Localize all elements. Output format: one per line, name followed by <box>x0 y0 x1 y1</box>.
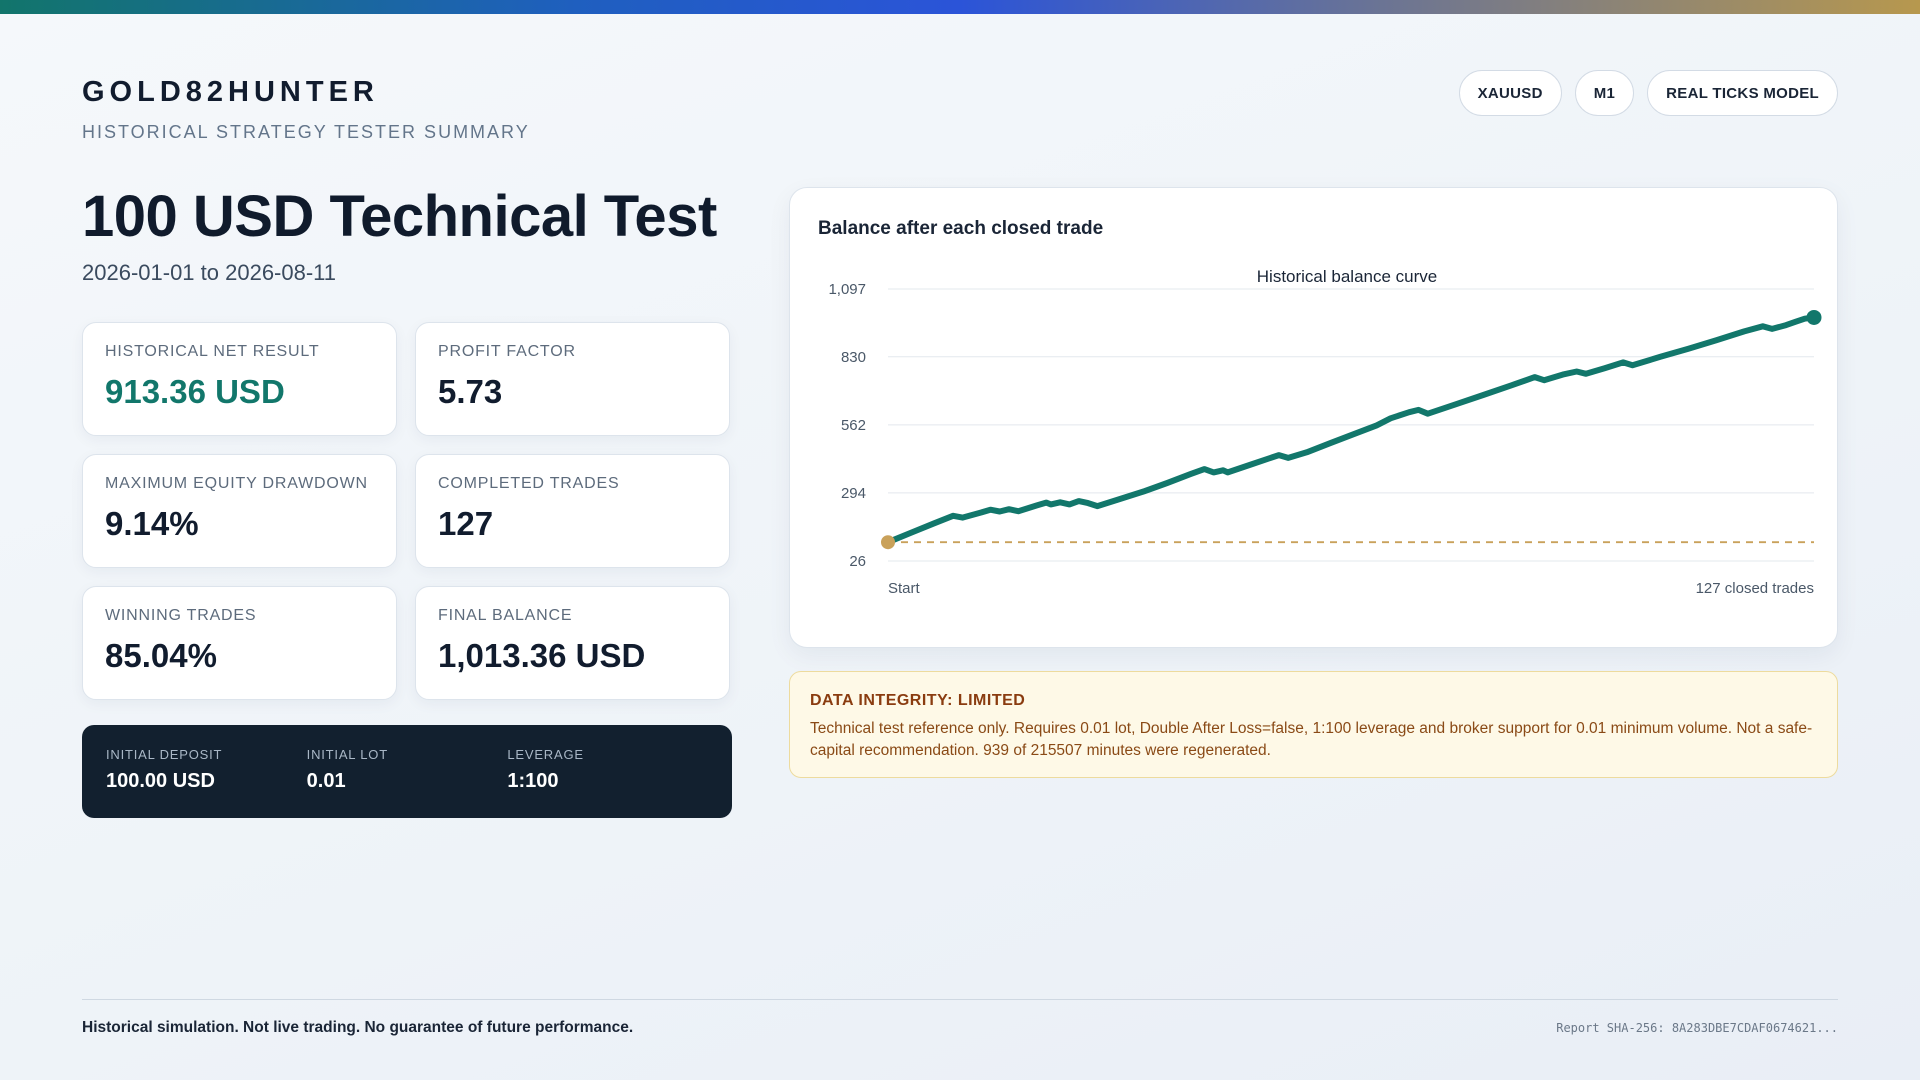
metric-label: COMPLETED TRADES <box>438 475 620 492</box>
page-title: 100 USD Technical Test <box>82 184 717 249</box>
tag-pills: XAUUSD M1 REAL TICKS MODEL <box>1458 70 1838 116</box>
param-label: INITIAL DEPOSIT <box>106 747 223 762</box>
metric-label: PROFIT FACTOR <box>438 343 576 360</box>
y-tick-label: 830 <box>841 349 866 366</box>
metric-label: FINAL BALANCE <box>438 607 573 624</box>
metric-value: 1,013.36 USD <box>438 637 646 674</box>
metric-card-winning-trades: WINNING TRADES 85.04% <box>82 586 397 700</box>
metric-label: MAXIMUM EQUITY DRAWDOWN <box>105 475 368 492</box>
param-label: INITIAL LOT <box>306 747 388 762</box>
param-initial-deposit: INITIAL DEPOSIT 100.00 USD <box>106 747 307 818</box>
y-tick-label: 1,097 <box>828 281 866 298</box>
metric-value: 913.36 USD <box>105 373 285 410</box>
y-tick-label: 562 <box>841 417 866 434</box>
y-tick-label: 294 <box>841 485 866 502</box>
end-point-marker <box>1806 309 1822 325</box>
param-value: 100.00 USD <box>106 770 215 792</box>
data-integrity-warning: DATA INTEGRITY: LIMITED Technical test r… <box>789 671 1838 778</box>
pill-model[interactable]: REAL TICKS MODEL <box>1647 70 1838 116</box>
x-tick-label-end: 127 closed trades <box>1696 580 1814 597</box>
param-value: 1:100 <box>507 770 559 792</box>
pill-timeframe[interactable]: M1 <box>1574 70 1635 116</box>
date-range: 2026-01-01 to 2026-08-11 <box>82 260 337 285</box>
metric-card-profit-factor: PROFIT FACTOR 5.73 <box>415 322 730 436</box>
metric-value: 127 <box>438 505 494 542</box>
metric-label: WINNING TRADES <box>105 607 257 624</box>
pill-symbol[interactable]: XAUUSD <box>1458 70 1562 116</box>
metric-label: HISTORICAL NET RESULT <box>105 343 320 360</box>
param-value: 0.01 <box>306 770 346 792</box>
balance-series-line <box>885 314 1817 546</box>
metric-card-net-result: HISTORICAL NET RESULT 913.36 USD <box>82 322 397 436</box>
x-tick-label-start: Start <box>888 580 921 597</box>
test-parameters-panel: INITIAL DEPOSIT 100.00 USD INITIAL LOT 0… <box>82 725 732 818</box>
report-hash: Report SHA-256: 8A283DBE7CDAF0674621... <box>1556 1021 1838 1035</box>
brand-logo-text: GOLD82HUNTER <box>82 76 379 108</box>
metric-cards: HISTORICAL NET RESULT 913.36 USD PROFIT … <box>82 322 732 700</box>
balance-chart-card: Balance after each closed trade Historic… <box>789 187 1838 648</box>
footer-disclaimer: Historical simulation. Not live trading.… <box>82 1019 634 1036</box>
param-label: LEVERAGE <box>507 747 584 762</box>
balance-chart: Historical balance curve 26 294 562 830 1,097… <box>828 267 1822 597</box>
metric-value: 5.73 <box>438 373 503 410</box>
footer-divider <box>82 999 1838 1000</box>
metric-card-final-balance: FINAL BALANCE 1,013.36 USD <box>415 586 730 700</box>
top-gradient-bar <box>0 0 1920 14</box>
metric-value: 9.14% <box>105 505 199 542</box>
metric-card-drawdown: MAXIMUM EQUITY DRAWDOWN 9.14% <box>82 454 397 568</box>
chart-title: Historical balance curve <box>1257 267 1437 286</box>
metric-card-completed-trades: COMPLETED TRADES 127 <box>415 454 730 568</box>
page-subtitle: HISTORICAL STRATEGY TESTER SUMMARY <box>82 122 530 142</box>
warning-text: Technical test reference only. Requires … <box>810 720 1813 759</box>
warning-title: DATA INTEGRITY: LIMITED <box>810 692 1026 709</box>
metric-value: 85.04% <box>105 637 217 674</box>
y-tick-label: 26 <box>849 553 866 570</box>
param-initial-lot: INITIAL LOT 0.01 <box>307 747 508 818</box>
param-leverage: LEVERAGE 1:100 <box>507 747 708 818</box>
start-point-marker <box>881 535 895 550</box>
